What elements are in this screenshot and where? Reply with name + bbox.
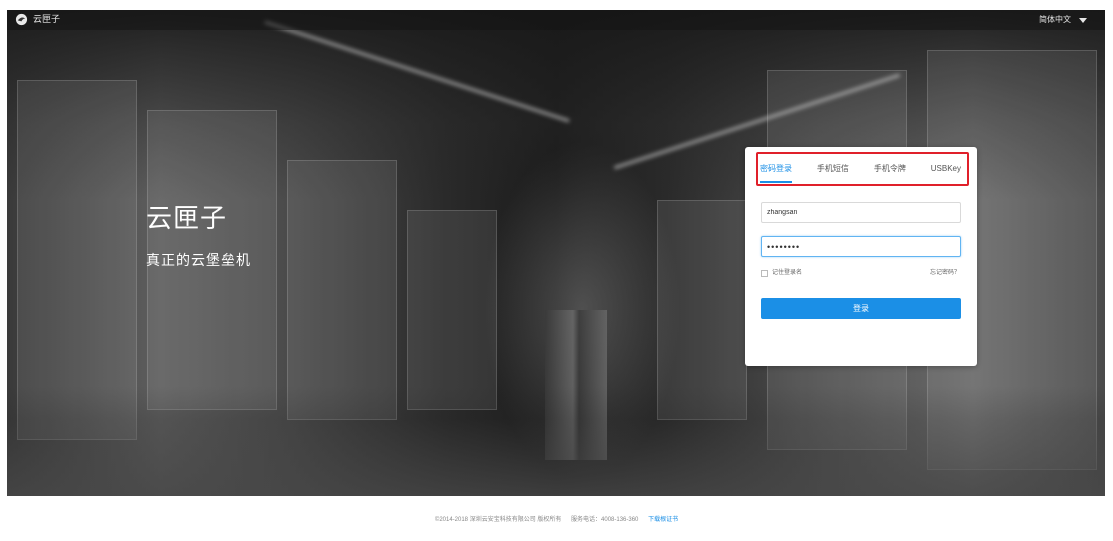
server-rack-left-4 xyxy=(407,210,497,410)
hero-title: 云匣子 xyxy=(146,203,228,233)
footer-hotline: 服务电话：4008-136-360 xyxy=(571,517,639,523)
tab-usbkey-login[interactable]: USBKey xyxy=(931,163,961,175)
caret-down-icon xyxy=(1079,17,1087,23)
login-button[interactable]: 登录 xyxy=(761,298,961,319)
language-selector[interactable]: 简体中文 xyxy=(1039,14,1087,26)
username-input[interactable] xyxy=(761,202,961,223)
language-label: 简体中文 xyxy=(1039,15,1071,24)
tab-token-login[interactable]: 手机令牌 xyxy=(874,163,906,175)
forgot-password-link[interactable]: 忘记密码？ xyxy=(930,269,960,277)
login-tabs: 密码登录 手机短信 手机令牌 USBKey xyxy=(756,152,969,186)
remember-username[interactable]: 记住登录名 xyxy=(761,269,802,277)
brand[interactable]: 云匣子 xyxy=(15,13,60,26)
brand-name: 云匣子 xyxy=(33,14,61,24)
tab-sms-login[interactable]: 手机短信 xyxy=(817,163,849,175)
hero-subtitle: 真正的云堡垒机 xyxy=(146,252,251,268)
password-input[interactable] xyxy=(761,236,961,257)
download-certificate-link[interactable]: 下载根证书 xyxy=(648,517,678,523)
top-bar: 云匣子 简体中文 xyxy=(7,10,1105,30)
brand-logo-icon xyxy=(15,13,28,26)
tab-password-login[interactable]: 密码登录 xyxy=(760,163,792,183)
remember-label: 记住登录名 xyxy=(772,270,803,276)
remember-checkbox[interactable] xyxy=(761,269,768,277)
server-rack-left-3 xyxy=(287,160,397,420)
floor-shade xyxy=(7,386,1105,496)
footer: ©2014-2018 深圳云安宝科技有限公司 版权所有 服务电话：4008-13… xyxy=(0,515,1113,525)
footer-copyright: ©2014-2018 深圳云安宝科技有限公司 版权所有 xyxy=(434,517,562,523)
login-card: 密码登录 手机短信 手机令牌 USBKey 记住登录名 忘记密码？ 登录 xyxy=(745,147,977,366)
